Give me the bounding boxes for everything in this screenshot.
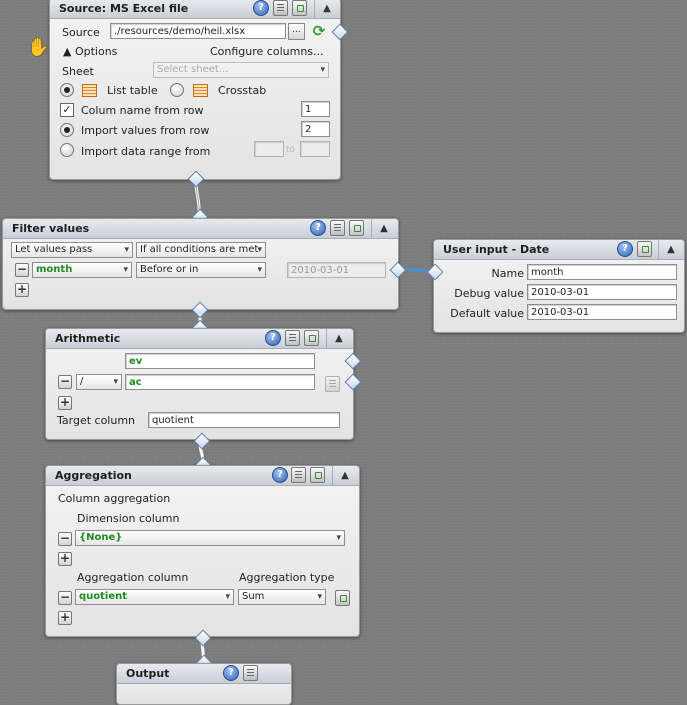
crosstab-radio[interactable] bbox=[170, 83, 184, 97]
import-values-radio[interactable] bbox=[60, 123, 74, 137]
configure-columns-link[interactable]: Configure columns... bbox=[210, 45, 324, 58]
refresh-icon[interactable]: ⟳ bbox=[311, 23, 327, 39]
help-icon[interactable]: ? bbox=[265, 330, 281, 346]
add-aggregation-button[interactable]: + bbox=[58, 611, 72, 625]
collapse-icon[interactable]: ▲ bbox=[371, 219, 396, 238]
debug-value-label: Debug value bbox=[454, 287, 524, 300]
operand2-input[interactable]: ac bbox=[125, 374, 315, 390]
user-input-panel-title: User input - Date bbox=[443, 243, 550, 256]
range-from-input[interactable] bbox=[254, 141, 284, 157]
list-table-icon bbox=[82, 84, 97, 97]
colname-row-input[interactable]: 1 bbox=[301, 101, 330, 117]
arithmetic-panel-title: Arithmetic bbox=[55, 332, 121, 345]
filter-value-input[interactable]: 2010-03-01 bbox=[287, 262, 386, 278]
copy-icon[interactable] bbox=[637, 241, 652, 257]
colname-checkbox[interactable]: ✓ bbox=[60, 103, 74, 117]
aggregation-column-select[interactable]: quotient bbox=[75, 589, 234, 605]
aggregation-type-select[interactable]: Sum bbox=[238, 589, 326, 605]
collapse-icon[interactable]: ▲ bbox=[326, 329, 351, 348]
range-to-label: to bbox=[286, 145, 296, 155]
copy-icon[interactable] bbox=[304, 330, 319, 346]
source-panel-header[interactable]: Source: MS Excel file ? ▲ bbox=[50, 0, 340, 19]
options-toggle[interactable]: ▲ Options bbox=[63, 45, 117, 58]
filter-operator-select[interactable]: Before or in bbox=[136, 262, 266, 278]
collapse-icon[interactable]: ▲ bbox=[332, 466, 357, 485]
list-table-radio[interactable] bbox=[60, 83, 74, 97]
add-operand-button[interactable]: + bbox=[58, 396, 72, 410]
help-icon[interactable]: ? bbox=[310, 220, 326, 236]
help-icon[interactable]: ? bbox=[253, 0, 269, 16]
operand1-input[interactable]: ev bbox=[125, 353, 315, 369]
filter-column-select[interactable]: month bbox=[32, 262, 132, 278]
dimension-column-label: Dimension column bbox=[77, 512, 180, 525]
aggregation-panel-title: Aggregation bbox=[55, 469, 132, 482]
source-path-input[interactable]: ./resources/demo/heil.xlsx bbox=[110, 23, 286, 39]
filter-condition-select[interactable]: If all conditions are met bbox=[136, 242, 266, 258]
import-range-label: Import data range from bbox=[81, 145, 211, 158]
aggregation-panel: Aggregation ? ▲ Column aggregation Dimen… bbox=[45, 465, 360, 637]
user-input-panel-header[interactable]: User input - Date ? ▲ bbox=[434, 240, 684, 260]
aggregation-panel-header[interactable]: Aggregation ? ▲ bbox=[46, 466, 359, 486]
filter-panel: Filter values ? ▲ Let values pass If all… bbox=[2, 218, 399, 310]
crosstab-icon bbox=[193, 84, 208, 97]
source-panel-title: Source: MS Excel file bbox=[59, 2, 189, 15]
output-panel-title: Output bbox=[126, 667, 170, 680]
operator-select[interactable]: / bbox=[76, 374, 122, 390]
source-panel: Source: MS Excel file ? ▲ Source ./resou… bbox=[49, 0, 341, 180]
aggregation-type-label: Aggregation type bbox=[239, 571, 335, 584]
default-value-label: Default value bbox=[450, 307, 524, 320]
name-input[interactable]: month bbox=[527, 264, 677, 280]
user-input-panel: User input - Date ? ▲ Name month Debug v… bbox=[433, 239, 685, 333]
filter-panel-title: Filter values bbox=[12, 222, 90, 235]
name-label: Name bbox=[491, 267, 524, 280]
aggregation-settings-icon[interactable] bbox=[335, 590, 350, 606]
arithmetic-panel-header[interactable]: Arithmetic ? ▲ bbox=[46, 329, 353, 349]
calculator-icon[interactable] bbox=[285, 330, 300, 346]
target-column-input[interactable]: quotient bbox=[148, 412, 340, 428]
dimension-column-select[interactable]: {None} bbox=[75, 530, 345, 546]
calculator-icon[interactable] bbox=[291, 467, 306, 483]
help-icon[interactable]: ? bbox=[617, 241, 633, 257]
add-dimension-button[interactable]: + bbox=[58, 552, 72, 566]
filter-panel-header[interactable]: Filter values ? ▲ bbox=[3, 219, 398, 239]
remove-condition-button[interactable]: − bbox=[15, 263, 29, 277]
arithmetic-panel: Arithmetic ? ▲ ev − / ac + Target column… bbox=[45, 328, 354, 440]
collapse-icon[interactable]: ▲ bbox=[658, 240, 683, 259]
copy-icon[interactable] bbox=[292, 0, 307, 16]
crosstab-label: Crosstab bbox=[218, 84, 267, 97]
remove-operand-button[interactable]: − bbox=[58, 375, 72, 389]
add-condition-button[interactable]: + bbox=[15, 283, 29, 297]
options-label: Options bbox=[74, 45, 118, 58]
copy-icon[interactable] bbox=[310, 467, 325, 483]
output-panel-header[interactable]: Output ? bbox=[117, 664, 291, 684]
collapse-icon[interactable]: ▲ bbox=[314, 0, 339, 18]
import-row-input[interactable]: 2 bbox=[301, 121, 330, 137]
target-column-label: Target column bbox=[57, 414, 136, 427]
help-icon[interactable]: ? bbox=[272, 467, 288, 483]
default-value-input[interactable]: 2010-03-01 bbox=[527, 304, 677, 320]
source-label: Source bbox=[62, 26, 100, 39]
import-range-radio[interactable] bbox=[60, 143, 74, 157]
debug-value-input[interactable]: 2010-03-01 bbox=[527, 284, 677, 300]
column-aggregation-label: Column aggregation bbox=[58, 492, 171, 505]
sheet-label: Sheet bbox=[62, 65, 94, 78]
browse-button[interactable]: ... bbox=[288, 23, 305, 40]
import-values-label: Import values from row bbox=[81, 124, 210, 137]
help-icon[interactable]: ? bbox=[223, 665, 239, 681]
output-panel: Output ? bbox=[116, 663, 292, 705]
calculator-icon[interactable] bbox=[330, 220, 345, 236]
list-table-label: List table bbox=[107, 84, 158, 97]
aggregation-column-label: Aggregation column bbox=[77, 571, 189, 584]
filter-mode-select[interactable]: Let values pass bbox=[11, 242, 133, 258]
range-to-input[interactable] bbox=[300, 141, 330, 157]
calculator-icon[interactable] bbox=[273, 0, 288, 16]
calculator-icon[interactable] bbox=[325, 376, 340, 392]
remove-dimension-button[interactable]: − bbox=[58, 532, 72, 546]
remove-aggregation-button[interactable]: − bbox=[58, 591, 72, 605]
sheet-select[interactable]: Select sheet... bbox=[153, 62, 329, 78]
colname-label: Colum name from row bbox=[81, 104, 204, 117]
copy-icon[interactable] bbox=[349, 220, 364, 236]
hand-cursor-icon: ✋ bbox=[27, 37, 50, 58]
calculator-icon[interactable] bbox=[243, 665, 258, 681]
